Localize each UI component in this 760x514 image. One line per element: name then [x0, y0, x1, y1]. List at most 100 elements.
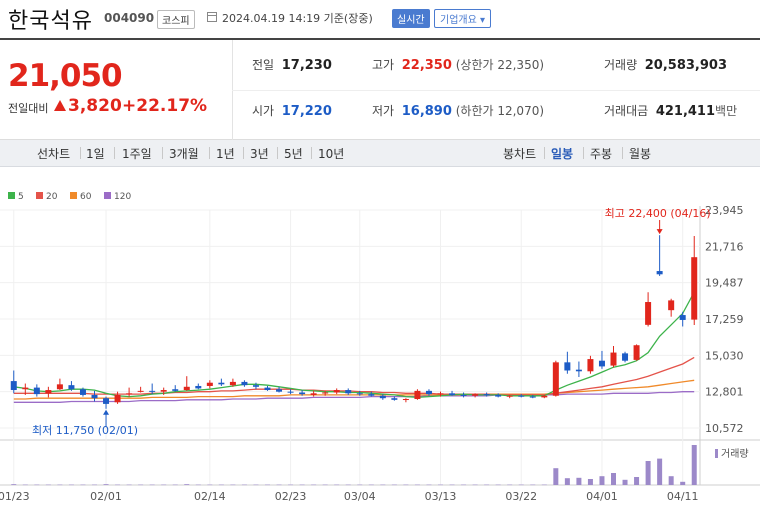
candle-body [79, 389, 86, 395]
candle-body [276, 389, 283, 392]
volume-bar [391, 484, 397, 486]
y-tick-label: 15,030 [705, 349, 744, 362]
volume-bar [449, 484, 455, 486]
volume-bar [657, 458, 663, 485]
candle-body [506, 395, 513, 397]
volume-bar [172, 484, 178, 486]
candle-body [610, 352, 617, 366]
candle-body [691, 257, 698, 320]
volume-bar [115, 484, 121, 486]
volume-bar [207, 484, 213, 486]
candle-body [518, 395, 525, 397]
candle-body [172, 389, 179, 391]
volume-bar [587, 479, 593, 485]
x-tick-label: 03/13 [425, 490, 457, 503]
y-tick-label: 21,716 [705, 240, 744, 253]
x-tick-label: 04/01 [586, 490, 618, 503]
candle-body [103, 398, 110, 404]
volume-legend-label: 거래량 [721, 448, 749, 460]
candle-body [575, 369, 582, 372]
volume-bar [622, 479, 628, 485]
candle-body [22, 387, 29, 390]
candle-body [218, 382, 225, 385]
volume-bar [11, 484, 17, 485]
volume-bar [357, 484, 363, 486]
volume-bar [334, 484, 340, 486]
max-arrow-head [656, 229, 663, 235]
volume-bar [438, 484, 443, 486]
volume-bar [161, 484, 167, 486]
volume-bar [530, 484, 536, 486]
candle-body [33, 387, 40, 395]
candle-body [322, 392, 329, 394]
volume-bar [57, 484, 63, 486]
x-tick-label: 03/04 [344, 490, 376, 503]
volume-bar [680, 481, 686, 485]
candle-body [91, 394, 98, 399]
x-tick-label: 01/23 [0, 490, 30, 503]
volume-bar [553, 468, 559, 485]
volume-bar [668, 476, 674, 485]
min-arrow-head [103, 409, 110, 415]
candle-body [598, 360, 605, 367]
y-tick-label: 12,801 [705, 386, 744, 399]
candle-body [264, 387, 271, 391]
candle-body [460, 394, 467, 396]
volume-bar [22, 484, 28, 486]
candle-body [472, 394, 479, 396]
candle-body [287, 391, 294, 393]
volume-bar [149, 484, 155, 486]
candle-body [149, 390, 156, 392]
candle-body [195, 385, 202, 389]
volume-bar [691, 445, 697, 485]
y-tick-label: 10,572 [705, 422, 744, 435]
volume-bar [195, 484, 201, 486]
candle-body [56, 384, 63, 390]
volume-bar [68, 484, 74, 486]
x-tick-label: 02/01 [90, 490, 122, 503]
candle-body [483, 394, 490, 396]
volume-bar [461, 484, 467, 486]
candle-body [679, 315, 686, 320]
x-tick-label: 03/22 [505, 490, 537, 503]
volume-bar [126, 484, 132, 486]
volume-bar [92, 484, 97, 486]
candle-body [10, 381, 17, 391]
candle-body [126, 393, 133, 395]
volume-bar [345, 484, 351, 486]
candle-body [541, 395, 548, 398]
volume-bar [495, 484, 501, 486]
volume-bar [138, 484, 144, 486]
volume-bar [564, 478, 570, 485]
volume-bar [599, 476, 605, 485]
candle-body [552, 362, 559, 396]
x-tick-label: 04/11 [667, 490, 699, 503]
volume-bar [80, 484, 86, 486]
volume-bar [241, 484, 247, 486]
volume-bar [34, 484, 40, 486]
candle-body [668, 300, 675, 311]
volume-bar [311, 484, 317, 486]
candle-body [633, 345, 640, 360]
candle-body [656, 271, 663, 275]
volume-bar [576, 477, 582, 485]
volume-bar [45, 484, 51, 486]
volume-bar [645, 461, 651, 485]
y-tick-label: 19,487 [705, 277, 744, 290]
candle-body [402, 399, 409, 401]
volume-bar [634, 477, 640, 485]
candle-body [391, 398, 398, 400]
candle-body [137, 390, 144, 392]
candle-body [183, 386, 190, 391]
candle-body [379, 395, 386, 399]
volume-bar [103, 484, 109, 485]
volume-bar [265, 484, 270, 486]
volume-bar [518, 484, 524, 486]
price-chart[interactable]: 23,945 21,716 19,487 17,259 15,030 12,801 10,5… [0, 0, 760, 514]
candle-body [564, 362, 571, 371]
volume-bar [403, 484, 409, 486]
candle-body [345, 390, 352, 394]
y-tick-label: 17,259 [705, 313, 744, 326]
volume-bar [230, 484, 236, 486]
candle-body [425, 390, 432, 395]
